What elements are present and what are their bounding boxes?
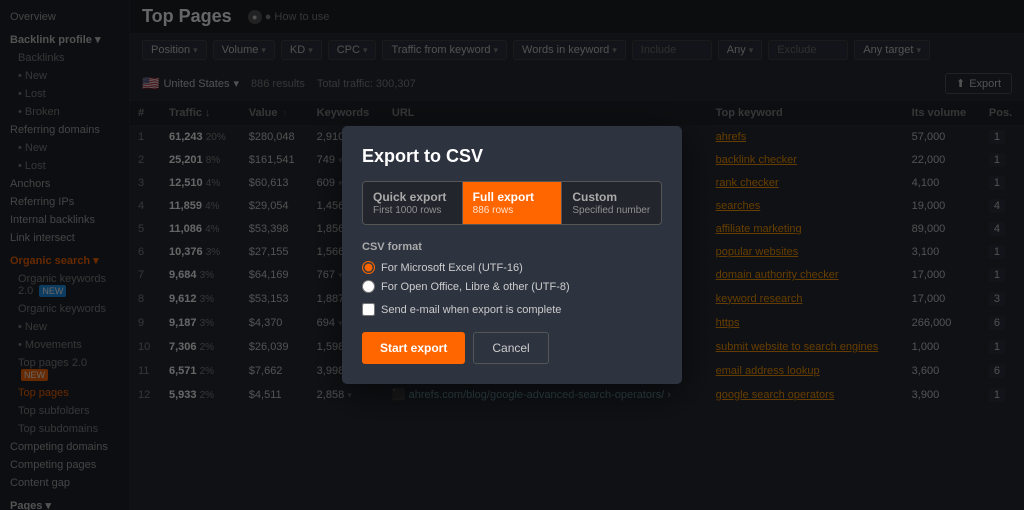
export-tab-full[interactable]: Full export886 rows <box>463 182 563 224</box>
radio-openoffice[interactable] <box>362 280 375 293</box>
modal-title: Export to CSV <box>362 146 662 167</box>
radio-label-excel: For Microsoft Excel (UTF-16) <box>381 262 523 274</box>
export-tab-quick[interactable]: Quick exportFirst 1000 rows <box>363 182 463 224</box>
csv-format-label: CSV format <box>362 241 662 253</box>
export-tabs: Quick exportFirst 1000 rowsFull export88… <box>362 181 662 225</box>
email-checkbox-label: Send e-mail when export is complete <box>381 304 561 316</box>
export-tab-custom[interactable]: CustomSpecified number <box>562 182 661 224</box>
cancel-button[interactable]: Cancel <box>473 332 548 364</box>
start-export-button[interactable]: Start export <box>362 332 465 364</box>
modal-actions: Start export Cancel <box>362 332 662 364</box>
export-modal: Export to CSV Quick exportFirst 1000 row… <box>342 126 682 384</box>
radio-excel[interactable] <box>362 261 375 274</box>
modal-overlay[interactable]: Export to CSV Quick exportFirst 1000 row… <box>0 0 1024 510</box>
email-checkbox[interactable] <box>362 303 375 316</box>
radio-label-openoffice: For Open Office, Libre & other (UTF-8) <box>381 281 570 293</box>
email-checkbox-row[interactable]: Send e-mail when export is complete <box>362 303 662 316</box>
radio-row-openoffice[interactable]: For Open Office, Libre & other (UTF-8) <box>362 280 662 293</box>
radio-row-excel[interactable]: For Microsoft Excel (UTF-16) <box>362 261 662 274</box>
radio-group: For Microsoft Excel (UTF-16) For Open Of… <box>362 261 662 293</box>
